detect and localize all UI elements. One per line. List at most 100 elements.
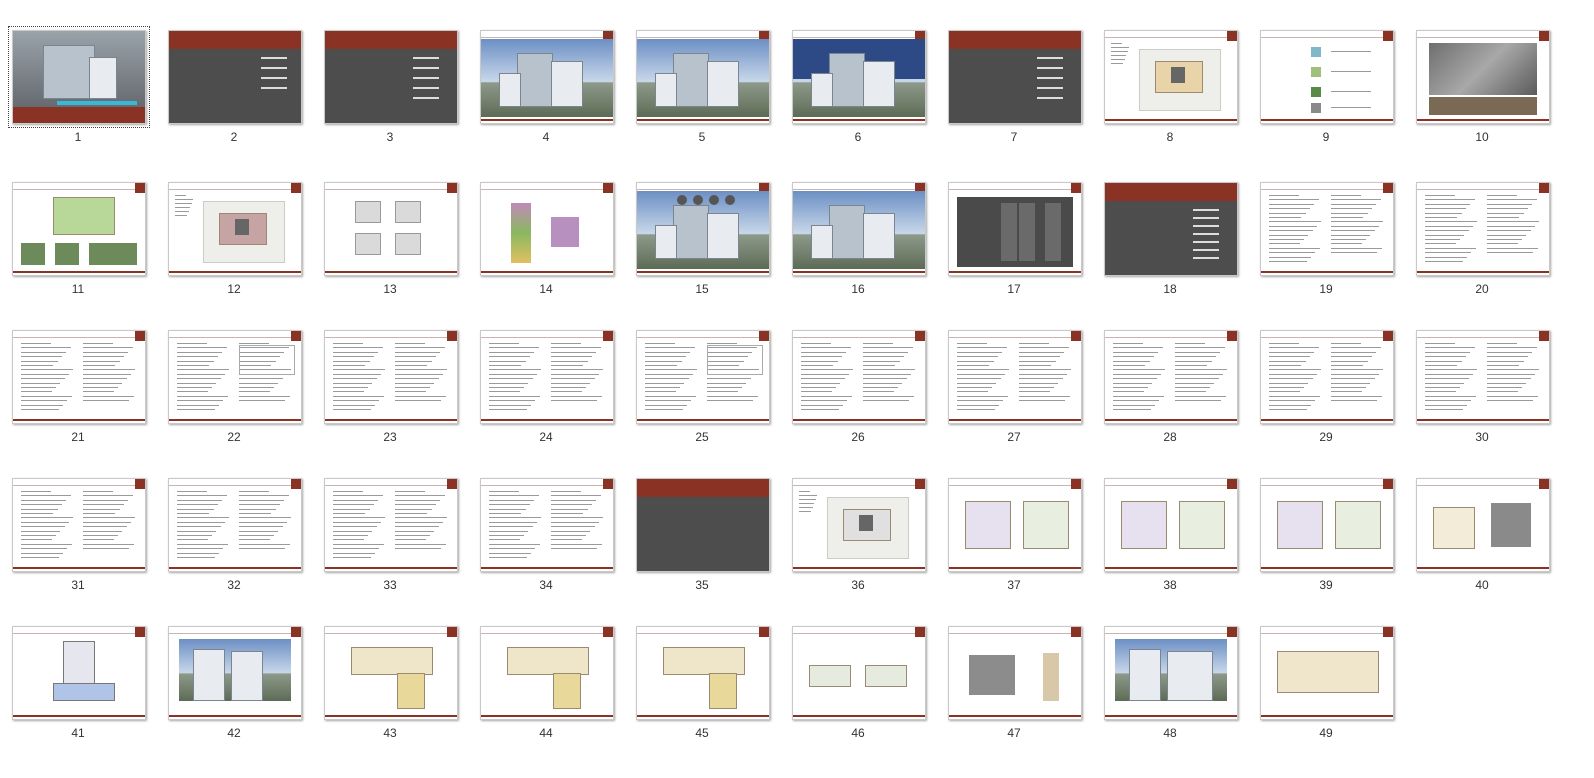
slide-preview[interactable] — [324, 626, 458, 720]
slide-thumbnail[interactable]: 35 — [632, 474, 772, 604]
slide-preview[interactable] — [12, 182, 146, 276]
slide-thumbnail[interactable]: 47 — [944, 622, 1084, 752]
slide-preview[interactable] — [1260, 30, 1394, 124]
slide-thumbnail[interactable]: 12 — [164, 178, 304, 308]
slide-thumbnail[interactable]: 36 — [788, 474, 928, 604]
slide-thumbnail[interactable]: 18 — [1100, 178, 1240, 308]
slide-preview[interactable] — [636, 478, 770, 572]
slide-preview[interactable] — [480, 182, 614, 276]
slide-thumbnail[interactable]: 46 — [788, 622, 928, 752]
slide-thumbnail[interactable]: 30 — [1412, 326, 1552, 456]
slide-thumbnail[interactable]: 6 — [788, 26, 928, 156]
slide-preview[interactable] — [948, 478, 1082, 572]
slide-thumbnail[interactable]: 20 — [1412, 178, 1552, 308]
slide-preview[interactable] — [324, 478, 458, 572]
slide-thumbnail[interactable]: 10 — [1412, 26, 1552, 156]
slide-thumbnail[interactable]: 42 — [164, 622, 304, 752]
slide-thumbnail[interactable]: 3 — [320, 26, 460, 156]
slide-preview[interactable] — [168, 182, 302, 276]
slide-preview[interactable] — [1104, 30, 1238, 124]
slide-thumbnail[interactable]: 23 — [320, 326, 460, 456]
slide-thumbnail[interactable]: 37 — [944, 474, 1084, 604]
slide-thumbnail[interactable]: 40 — [1412, 474, 1552, 604]
slide-thumbnail[interactable]: 33 — [320, 474, 460, 604]
slide-preview[interactable] — [324, 182, 458, 276]
slide-thumbnail[interactable]: 17 — [944, 178, 1084, 308]
slide-thumbnail[interactable]: 19 — [1256, 178, 1396, 308]
slide-preview[interactable] — [792, 330, 926, 424]
slide-thumbnail[interactable]: 4 — [476, 26, 616, 156]
slide-thumbnail[interactable]: 38 — [1100, 474, 1240, 604]
slide-preview[interactable] — [12, 478, 146, 572]
slide-preview[interactable] — [792, 478, 926, 572]
slide-thumbnail[interactable]: 31 — [8, 474, 148, 604]
slide-thumbnail[interactable]: 24 — [476, 326, 616, 456]
slide-preview[interactable] — [12, 626, 146, 720]
header-tab — [1539, 331, 1549, 341]
slide-preview[interactable] — [636, 626, 770, 720]
slide-thumbnail[interactable]: 13 — [320, 178, 460, 308]
slide-thumbnail[interactable]: 29 — [1256, 326, 1396, 456]
slide-preview[interactable] — [1416, 330, 1550, 424]
slide-thumbnail[interactable]: 16 — [788, 178, 928, 308]
slide-thumbnail[interactable]: 45 — [632, 622, 772, 752]
slide-thumbnail[interactable]: 39 — [1256, 474, 1396, 604]
slide-thumbnail[interactable]: 28 — [1100, 326, 1240, 456]
slide-preview[interactable] — [636, 30, 770, 124]
slide-thumbnail[interactable]: 5 — [632, 26, 772, 156]
slide-thumbnail[interactable]: 8 — [1100, 26, 1240, 156]
slide-preview[interactable] — [636, 330, 770, 424]
slide-preview[interactable] — [1104, 626, 1238, 720]
slide-preview[interactable] — [168, 626, 302, 720]
slide-preview[interactable] — [1104, 478, 1238, 572]
slide-thumbnail[interactable]: 32 — [164, 474, 304, 604]
slide-preview[interactable] — [1260, 626, 1394, 720]
slide-thumbnail[interactable]: 21 — [8, 326, 148, 456]
slide-preview[interactable] — [792, 626, 926, 720]
slide-preview[interactable] — [1416, 182, 1550, 276]
slide-thumbnail[interactable]: 2 — [164, 26, 304, 156]
slide-preview[interactable] — [948, 30, 1082, 124]
slide-preview[interactable] — [480, 626, 614, 720]
slide-preview[interactable] — [948, 626, 1082, 720]
slide-preview[interactable] — [168, 478, 302, 572]
slide-preview[interactable] — [792, 30, 926, 124]
slide-preview[interactable] — [1260, 182, 1394, 276]
slide-thumbnail[interactable]: 14 — [476, 178, 616, 308]
slide-thumbnail[interactable]: 48 — [1100, 622, 1240, 752]
slide-preview[interactable] — [324, 330, 458, 424]
slide-thumbnail[interactable]: 25 — [632, 326, 772, 456]
slide-thumbnail[interactable]: 41 — [8, 622, 148, 752]
slide-preview[interactable] — [480, 478, 614, 572]
slide-thumbnail[interactable]: 49 — [1256, 622, 1396, 752]
slide-preview[interactable] — [480, 30, 614, 124]
slide-preview[interactable] — [168, 330, 302, 424]
slide-thumbnail[interactable]: 9 — [1256, 26, 1396, 156]
slide-thumbnail[interactable]: 26 — [788, 326, 928, 456]
slide-thumbnail[interactable]: 44 — [476, 622, 616, 752]
slide-preview[interactable] — [948, 330, 1082, 424]
slide-preview[interactable] — [324, 30, 458, 124]
slide-preview[interactable] — [480, 330, 614, 424]
slide-preview[interactable] — [636, 182, 770, 276]
slide-thumbnail[interactable]: 15 — [632, 178, 772, 308]
slide-thumbnail[interactable]: 43 — [320, 622, 460, 752]
slide-preview[interactable] — [1260, 478, 1394, 572]
slide-preview[interactable] — [1416, 30, 1550, 124]
slide-thumbnail[interactable]: 1 — [8, 26, 150, 156]
slide-preview[interactable] — [1416, 478, 1550, 572]
slide-thumbnail[interactable]: 7 — [944, 26, 1084, 156]
slide-thumbnail[interactable]: 22 — [164, 326, 304, 456]
slide-preview[interactable] — [1260, 330, 1394, 424]
text-line — [551, 365, 584, 366]
slide-thumbnail[interactable]: 34 — [476, 474, 616, 604]
slide-preview[interactable] — [8, 26, 150, 128]
slide-preview[interactable] — [948, 182, 1082, 276]
slide-preview[interactable] — [1104, 330, 1238, 424]
slide-preview[interactable] — [168, 30, 302, 124]
slide-thumbnail[interactable]: 27 — [944, 326, 1084, 456]
slide-preview[interactable] — [1104, 182, 1238, 276]
slide-preview[interactable] — [792, 182, 926, 276]
slide-preview[interactable] — [12, 330, 146, 424]
slide-thumbnail[interactable]: 11 — [8, 178, 148, 308]
